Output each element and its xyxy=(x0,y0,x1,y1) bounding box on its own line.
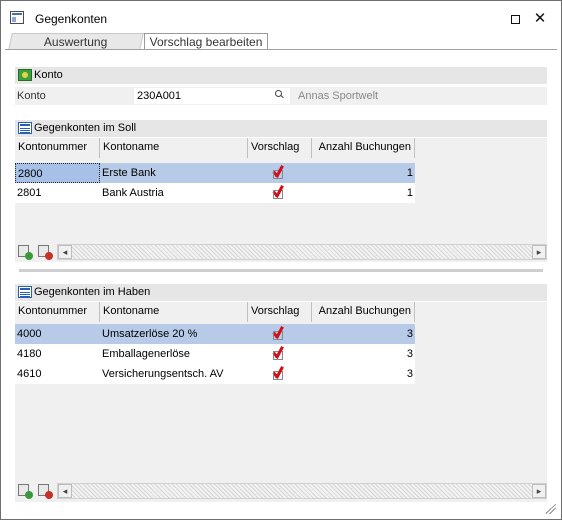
checkmark-icon[interactable] xyxy=(271,366,285,380)
konto-input[interactable]: 230A001 xyxy=(134,88,290,104)
remove-icon xyxy=(45,491,53,499)
konto-field-label: Konto xyxy=(17,90,46,102)
table-row[interactable]: 2800 Erste Bank 1 xyxy=(15,163,415,183)
remove-row-button[interactable] xyxy=(37,244,53,260)
col-kontoname[interactable]: Kontoname xyxy=(100,138,248,158)
add-row-button[interactable] xyxy=(17,483,33,499)
app-icon xyxy=(10,11,24,24)
table-row[interactable]: 2801 Bank Austria 1 xyxy=(15,183,415,203)
cell-kontoname[interactable]: Erste Bank xyxy=(100,163,248,183)
window: Gegenkonten ✕ Auswertung Vorschlag bearb… xyxy=(0,0,562,520)
scroll-right-button[interactable]: ▸ xyxy=(532,245,546,259)
soll-toolbar: ◂ ▸ xyxy=(15,243,547,261)
title-bar: Gegenkonten ✕ xyxy=(1,1,561,35)
checkmark-icon[interactable] xyxy=(271,185,285,199)
horizontal-scrollbar[interactable]: ◂ ▸ xyxy=(57,244,547,260)
cell-anzahl: 3 xyxy=(406,368,413,380)
checkmark-icon[interactable] xyxy=(271,326,285,340)
tab-auswertung-label: Auswertung xyxy=(44,35,108,49)
cell-kontonummer[interactable]: 4610 xyxy=(15,364,100,384)
cell-kontonummer[interactable]: 2801 xyxy=(15,183,100,203)
konto-section-title: Konto xyxy=(34,69,63,81)
soll-section-header: Gegenkonten im Soll xyxy=(15,120,547,137)
table-row[interactable]: 4180 Emballagenerlöse 3 xyxy=(15,344,415,364)
checkmark-icon[interactable] xyxy=(271,165,285,179)
scroll-left-button[interactable]: ◂ xyxy=(58,484,72,498)
cell-anzahl: 3 xyxy=(406,348,413,360)
col-anzahl-buchungen[interactable]: Anzahl Buchungen xyxy=(312,302,415,322)
tab-vorschlag-bearbeiten[interactable]: Vorschlag bearbeiten xyxy=(144,33,268,50)
maximize-icon xyxy=(510,15,520,24)
soll-grid: Kontonummer Kontoname Vorschlag Anzahl B… xyxy=(15,138,547,262)
col-kontonummer[interactable]: Kontonummer xyxy=(15,138,100,158)
scroll-right-button[interactable]: ▸ xyxy=(532,484,546,498)
tab-auswertung[interactable]: Auswertung xyxy=(8,33,144,50)
cell-anzahl: 3 xyxy=(406,328,413,340)
col-kontoname[interactable]: Kontoname xyxy=(100,302,248,322)
tab-content: Konto Konto 230A001 Annas Sportwelt Gege… xyxy=(5,50,557,516)
haben-toolbar: ◂ ▸ xyxy=(15,482,547,500)
cell-kontoname[interactable]: Emballagenerlöse xyxy=(100,344,248,364)
haben-section-title: Gegenkonten im Haben xyxy=(34,286,151,298)
add-row-button[interactable] xyxy=(17,244,33,260)
add-icon xyxy=(25,491,33,499)
horizontal-scrollbar[interactable]: ◂ ▸ xyxy=(57,483,547,499)
cell-kontonummer[interactable]: 2800 xyxy=(15,163,100,183)
search-icon[interactable] xyxy=(275,90,284,99)
remove-row-button[interactable] xyxy=(37,483,53,499)
resize-grip-icon[interactable] xyxy=(546,504,556,514)
list-icon xyxy=(18,122,32,134)
konto-account-name: Annas Sportwelt xyxy=(298,90,379,102)
konto-icon xyxy=(18,69,32,81)
add-icon xyxy=(25,252,33,260)
close-button[interactable]: ✕ xyxy=(528,8,552,30)
scroll-left-button[interactable]: ◂ xyxy=(58,245,72,259)
panel-splitter[interactable] xyxy=(19,269,543,272)
soll-section-title: Gegenkonten im Soll xyxy=(34,122,137,134)
table-row[interactable]: 4000 Umsatzerlöse 20 % 3 xyxy=(15,324,415,344)
haben-grid: Kontonummer Kontoname Vorschlag Anzahl B… xyxy=(15,302,547,502)
konto-section-header: Konto xyxy=(15,67,547,84)
maximize-button[interactable] xyxy=(503,8,527,30)
checkmark-icon[interactable] xyxy=(271,346,285,360)
tab-strip: Auswertung Vorschlag bearbeiten xyxy=(1,33,561,50)
window-title: Gegenkonten xyxy=(35,12,108,26)
col-kontonummer[interactable]: Kontonummer xyxy=(15,302,100,322)
table-row[interactable]: 4610 Versicherungsentsch. AV 3 xyxy=(15,364,415,384)
cell-kontonummer[interactable]: 4000 xyxy=(15,324,100,344)
cell-kontonummer[interactable]: 4180 xyxy=(15,344,100,364)
konto-value: 230A001 xyxy=(137,90,182,102)
haben-section-header: Gegenkonten im Haben xyxy=(15,284,547,301)
cell-anzahl: 1 xyxy=(406,167,413,179)
col-vorschlag[interactable]: Vorschlag xyxy=(248,138,312,158)
col-vorschlag[interactable]: Vorschlag xyxy=(248,302,312,322)
list-icon xyxy=(18,286,32,298)
col-anzahl-buchungen[interactable]: Anzahl Buchungen xyxy=(312,138,415,158)
cell-kontoname[interactable]: Umsatzerlöse 20 % xyxy=(100,324,248,344)
remove-icon xyxy=(45,252,53,260)
konto-row: Konto 230A001 Annas Sportwelt xyxy=(15,87,547,105)
cell-anzahl: 1 xyxy=(406,187,413,199)
cell-kontoname[interactable]: Bank Austria xyxy=(100,183,248,203)
cell-kontoname[interactable]: Versicherungsentsch. AV xyxy=(100,364,248,384)
